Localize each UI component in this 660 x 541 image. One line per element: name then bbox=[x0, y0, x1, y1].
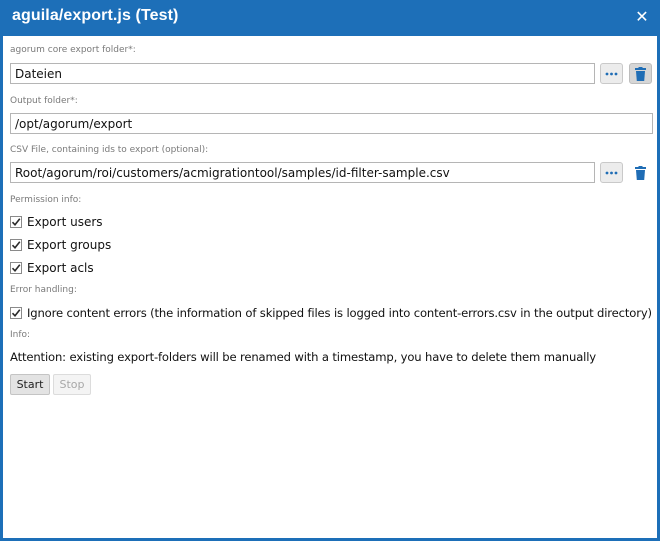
core-folder-browse-button[interactable] bbox=[600, 63, 623, 84]
export-groups-option[interactable]: Export groups bbox=[10, 237, 111, 253]
dialog-titlebar: aguila/export.js (Test) ✕ bbox=[0, 0, 660, 36]
export-acls-checkbox[interactable] bbox=[10, 262, 22, 274]
ignore-content-errors-option[interactable]: Ignore content errors (the information o… bbox=[10, 305, 652, 321]
info-text: Attention: existing export-folders will … bbox=[10, 350, 596, 364]
export-acls-label: Export acls bbox=[27, 261, 94, 275]
output-folder-label: Output folder*: bbox=[10, 96, 78, 106]
export-groups-checkbox[interactable] bbox=[10, 239, 22, 251]
export-users-option[interactable]: Export users bbox=[10, 214, 103, 230]
export-groups-label: Export groups bbox=[27, 238, 112, 252]
csv-file-browse-button[interactable] bbox=[600, 162, 623, 183]
ignore-content-errors-checkbox[interactable] bbox=[10, 307, 22, 319]
csv-file-input[interactable]: Root/agorum/roi/customers/acmigrationtoo… bbox=[10, 162, 595, 183]
checkmark-icon bbox=[11, 218, 21, 227]
export-users-label: Export users bbox=[27, 215, 103, 229]
more-dots-icon bbox=[605, 171, 618, 174]
checkmark-icon bbox=[11, 309, 21, 318]
core-folder-clear-button[interactable] bbox=[629, 63, 652, 84]
export-dialog: aguila/export.js (Test) ✕ agorum core ex… bbox=[0, 0, 660, 541]
checkmark-icon bbox=[11, 264, 21, 273]
info-label: Info: bbox=[10, 330, 31, 340]
export-users-checkbox[interactable] bbox=[10, 216, 22, 228]
more-dots-icon bbox=[605, 72, 618, 75]
csv-file-label: CSV File, containing ids to export (opti… bbox=[10, 145, 209, 155]
core-folder-label: agorum core export folder*: bbox=[10, 45, 136, 55]
checkmark-icon bbox=[11, 241, 21, 250]
csv-file-clear-button[interactable] bbox=[629, 162, 652, 183]
trash-icon bbox=[635, 165, 646, 180]
trash-icon bbox=[635, 66, 646, 81]
permission-info-label: Permission info: bbox=[10, 195, 82, 205]
export-acls-option[interactable]: Export acls bbox=[10, 260, 94, 276]
ignore-content-errors-label: Ignore content errors (the information o… bbox=[27, 306, 652, 320]
start-button[interactable]: Start bbox=[10, 374, 50, 395]
dialog-title: aguila/export.js (Test) bbox=[12, 7, 179, 24]
stop-button[interactable]: Stop bbox=[53, 374, 91, 395]
close-icon[interactable]: ✕ bbox=[633, 8, 651, 26]
error-handling-label: Error handling: bbox=[10, 285, 77, 295]
core-folder-input[interactable]: Dateien bbox=[10, 63, 595, 84]
output-folder-input[interactable]: /opt/agorum/export bbox=[10, 113, 653, 134]
